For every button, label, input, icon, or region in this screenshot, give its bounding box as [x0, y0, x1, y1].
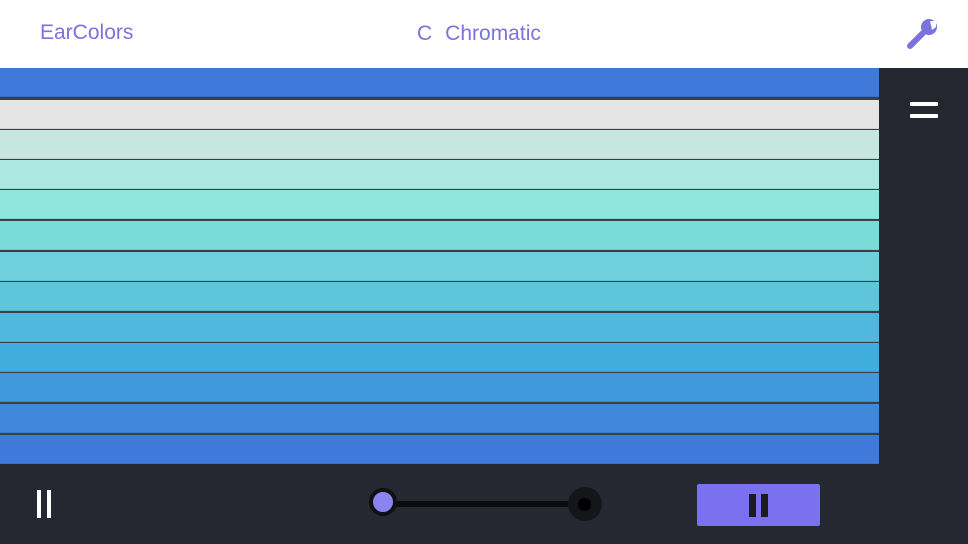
color-strip-1[interactable] [0, 68, 879, 97]
key-scale-selector[interactable]: C Chromatic [417, 22, 541, 46]
key-root-label: C [417, 22, 433, 45]
pause-icon[interactable] [34, 490, 54, 518]
color-strip-4[interactable] [0, 160, 879, 189]
top-bar: EarColors C Chromatic [0, 0, 968, 68]
color-strip-2[interactable] [0, 100, 879, 129]
equals-menu-icon[interactable] [910, 100, 938, 120]
play-pause-button[interactable] [697, 484, 820, 526]
app-title[interactable]: EarColors [40, 21, 133, 45]
color-strip-12[interactable] [0, 404, 879, 433]
color-strip-list [0, 68, 879, 464]
color-strip-13[interactable] [0, 435, 879, 464]
color-strip-6[interactable] [0, 221, 879, 250]
color-strip-9[interactable] [0, 313, 879, 342]
color-strip-10[interactable] [0, 343, 879, 372]
wrench-icon[interactable] [906, 18, 940, 50]
color-strip-7[interactable] [0, 252, 879, 281]
slider-thumb[interactable] [369, 488, 397, 516]
color-strip-3[interactable] [0, 130, 879, 159]
color-strip-5[interactable] [0, 190, 879, 219]
slider-end-dot [578, 498, 591, 511]
color-strip-11[interactable] [0, 373, 879, 402]
scale-name-label: Chromatic [445, 22, 541, 45]
side-panel [879, 68, 968, 464]
color-strip-8[interactable] [0, 282, 879, 311]
speed-slider[interactable] [367, 486, 603, 522]
slider-track [385, 501, 585, 507]
